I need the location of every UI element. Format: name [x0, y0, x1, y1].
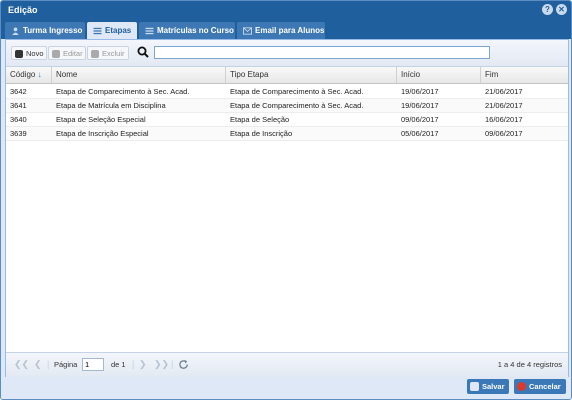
cell-tipo-etapa: Etapa de Comparecimento à Sec. Acad.: [230, 101, 364, 110]
table-row[interactable]: 3640 Etapa de Seleção Especial Etapa de …: [6, 113, 568, 127]
cell-nome: Etapa de Comparecimento à Sec. Acad.: [56, 87, 190, 96]
page-label: Página: [54, 360, 78, 369]
next-page-icon[interactable]: ❯: [139, 359, 147, 370]
window-title: Edição: [8, 5, 38, 15]
sort-arrow-icon: ↓: [37, 70, 42, 79]
cell-nome: Etapa de Matrícula em Disciplina: [56, 101, 166, 110]
refresh-icon[interactable]: [178, 359, 189, 370]
edit-button-label: Editar: [63, 49, 83, 58]
cell-tipo-etapa: Etapa de Inscrição: [230, 129, 293, 138]
page-number-input[interactable]: [82, 358, 104, 371]
tab-etapas[interactable]: Etapas: [87, 22, 137, 39]
cell-inicio: 05/06/2017: [401, 129, 439, 138]
cancel-button[interactable]: Cancelar: [514, 379, 566, 394]
column-label: Código: [10, 70, 36, 79]
column-header-tipo-etapa[interactable]: Tipo Etapa: [226, 67, 397, 83]
column-header-fim[interactable]: Fim: [481, 67, 568, 83]
minus-icon: [91, 50, 99, 58]
edit-button[interactable]: Editar: [48, 46, 86, 60]
toolbar: Novo Editar Excluir: [6, 40, 568, 67]
last-page-icon[interactable]: ❯❯: [154, 359, 169, 370]
pencil-icon: [52, 50, 60, 58]
cell-fim: 16/06/2017: [485, 115, 523, 124]
previous-page-icon[interactable]: ❮: [34, 359, 42, 370]
pagination-bar: ❮❮ ❮ | Página de 1 | ❯ ❯❯ | 1 a 4 de 4 r…: [6, 352, 568, 377]
cancel-button-label: Cancelar: [529, 382, 561, 391]
list-icon: [93, 27, 102, 35]
cell-nome: Etapa de Inscrição Especial: [56, 129, 149, 138]
title-bar: Edição ? ✕: [1, 1, 571, 19]
save-button-label: Salvar: [482, 382, 505, 391]
tab-label: Etapas: [105, 26, 132, 35]
cell-fim: 21/06/2017: [485, 87, 523, 96]
etapas-panel: Novo Editar Excluir Código ↓ Nome Tipo E…: [5, 39, 569, 377]
new-button[interactable]: Novo: [11, 46, 47, 60]
column-label: Tipo Etapa: [230, 70, 269, 79]
user-icon: [12, 27, 19, 35]
column-header-nome[interactable]: Nome: [52, 67, 226, 83]
save-button[interactable]: Salvar: [467, 379, 509, 394]
new-button-label: Novo: [26, 49, 44, 58]
grid-header: Código ↓ Nome Tipo Etapa Início Fim: [6, 67, 568, 84]
page-count-label: de 1: [111, 360, 126, 369]
cell-inicio: 19/06/2017: [401, 87, 439, 96]
cell-inicio: 19/06/2017: [401, 101, 439, 110]
column-header-inicio[interactable]: Início: [397, 67, 481, 83]
tab-bar: Turma Ingresso Etapas Matrículas no Curs…: [1, 19, 571, 39]
envelope-icon: [243, 27, 252, 35]
help-icon[interactable]: ?: [542, 4, 553, 15]
column-header-codigo[interactable]: Código ↓: [6, 67, 52, 83]
cell-inicio: 09/06/2017: [401, 115, 439, 124]
close-icon[interactable]: ✕: [556, 4, 567, 15]
cell-fim: 21/06/2017: [485, 101, 523, 110]
table-row[interactable]: 3641 Etapa de Matrícula em Disciplina Et…: [6, 99, 568, 113]
cell-fim: 09/06/2017: [485, 129, 523, 138]
separator: |: [171, 359, 174, 369]
cell-codigo: 3639: [10, 129, 27, 138]
tab-email-para-alunos[interactable]: Email para Alunos: [237, 22, 325, 39]
list-icon: [145, 27, 154, 35]
plus-icon: [15, 50, 23, 58]
delete-button[interactable]: Excluir: [87, 46, 129, 60]
dialog-footer: Salvar Cancelar: [1, 377, 571, 399]
column-label: Fim: [485, 70, 499, 79]
cell-tipo-etapa: Etapa de Comparecimento à Sec. Acad.: [230, 87, 364, 96]
column-label: Nome: [56, 70, 78, 79]
separator: |: [132, 359, 135, 369]
tab-turma-ingresso[interactable]: Turma Ingresso: [5, 22, 85, 39]
cell-codigo: 3641: [10, 101, 27, 110]
first-page-icon[interactable]: ❮❮: [14, 359, 29, 370]
table-row[interactable]: 3642 Etapa de Comparecimento à Sec. Acad…: [6, 85, 568, 99]
records-summary: 1 a 4 de 4 registros: [497, 360, 562, 369]
column-label: Início: [401, 70, 421, 79]
cell-codigo: 3640: [10, 115, 27, 124]
cancel-icon: [517, 382, 526, 391]
cell-codigo: 3642: [10, 87, 27, 96]
tab-label: Matrículas no Curso: [157, 26, 234, 35]
floppy-disk-icon: [470, 382, 479, 391]
table-row[interactable]: 3639 Etapa de Inscrição Especial Etapa d…: [6, 127, 568, 141]
cell-nome: Etapa de Seleção Especial: [56, 115, 146, 124]
delete-button-label: Excluir: [102, 49, 125, 58]
cell-tipo-etapa: Etapa de Seleção: [230, 115, 290, 124]
tab-label: Turma Ingresso: [23, 26, 83, 35]
tab-label: Email para Alunos: [255, 26, 325, 35]
search-icon[interactable]: [137, 46, 149, 58]
separator: |: [47, 359, 50, 369]
edit-window: Edição ? ✕ Turma Ingresso Etapas Matrícu…: [0, 0, 572, 400]
search-input[interactable]: [154, 46, 490, 59]
tab-matriculas-no-curso[interactable]: Matrículas no Curso: [139, 22, 235, 39]
